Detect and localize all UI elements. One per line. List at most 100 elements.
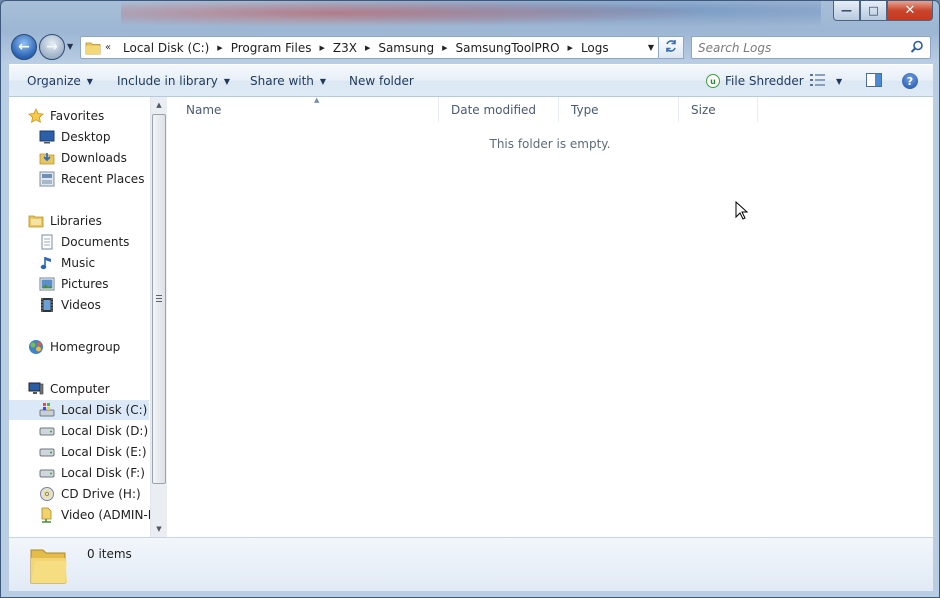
nav-libraries[interactable]: Libraries bbox=[9, 211, 102, 231]
nav-recent-places[interactable]: Recent Places bbox=[9, 169, 144, 189]
new-folder-button[interactable]: New folder bbox=[349, 65, 414, 97]
nav-cd-drive-h-label: CD Drive (H:) bbox=[61, 487, 141, 501]
nav-local-disk-d-label: Local Disk (D:) bbox=[61, 424, 149, 438]
include-in-library-button[interactable]: Include in library ▼ bbox=[117, 65, 230, 97]
nav-local-disk-d[interactable]: Local Disk (D:) bbox=[9, 421, 148, 441]
organize-label: Organize bbox=[27, 74, 81, 88]
details-view-icon bbox=[810, 73, 826, 89]
star-icon bbox=[28, 108, 44, 124]
organize-button[interactable]: Organize ▼ bbox=[27, 65, 93, 97]
system-drive-icon bbox=[39, 402, 55, 418]
recent-places-icon bbox=[39, 171, 55, 187]
nav-computer-label: Computer bbox=[50, 382, 110, 396]
nav-documents[interactable]: Documents bbox=[9, 232, 129, 252]
crumb-local-disk-c[interactable]: Local Disk (C:) bbox=[119, 41, 213, 55]
music-icon bbox=[39, 255, 55, 271]
details-pane: 0 items bbox=[9, 537, 933, 591]
file-shredder-label: File Shredder bbox=[725, 74, 804, 88]
nav-music[interactable]: Music bbox=[9, 253, 95, 273]
crumb-z3x[interactable]: Z3X bbox=[329, 41, 361, 55]
nav-favorites[interactable]: Favorites bbox=[9, 106, 104, 126]
crumb-separator-icon[interactable]: ▶ bbox=[213, 44, 226, 52]
command-bar: Organize ▼ Include in library ▼ Share wi… bbox=[9, 64, 933, 97]
nav-desktop-label: Desktop bbox=[61, 130, 111, 144]
nav-network-video-label: Video (ADMIN-P bbox=[61, 508, 156, 522]
crumb-program-files[interactable]: Program Files bbox=[227, 41, 316, 55]
nav-local-disk-c[interactable]: Local Disk (C:) bbox=[9, 400, 149, 420]
search-box[interactable] bbox=[691, 36, 931, 59]
sort-ascending-icon: ▲ bbox=[314, 96, 320, 104]
forward-button[interactable]: → bbox=[39, 34, 65, 60]
file-list-pane[interactable]: Name ▲ Date modified Type Size This fold… bbox=[167, 96, 933, 537]
nav-local-disk-e-label: Local Disk (E:) bbox=[61, 445, 147, 459]
nav-homegroup-label: Homegroup bbox=[50, 340, 121, 354]
desktop-icon bbox=[39, 129, 55, 145]
pictures-icon bbox=[39, 276, 55, 292]
column-size-label: Size bbox=[691, 102, 716, 117]
nav-favorites-label: Favorites bbox=[50, 109, 105, 123]
hard-drive-icon bbox=[39, 423, 55, 439]
nav-local-disk-f[interactable]: Local Disk (F:) bbox=[9, 463, 145, 483]
nav-desktop[interactable]: Desktop bbox=[9, 127, 111, 147]
navigation-bar: ← → ▼ « Local Disk (C:) ▶ Program Files … bbox=[1, 31, 939, 63]
shredder-icon: u bbox=[706, 74, 720, 88]
crumb-logs[interactable]: Logs bbox=[577, 41, 613, 55]
nav-computer[interactable]: Computer bbox=[9, 379, 110, 399]
documents-icon bbox=[39, 234, 55, 250]
nav-local-disk-e[interactable]: Local Disk (E:) bbox=[9, 442, 147, 462]
search-icon[interactable] bbox=[910, 40, 924, 57]
column-header-date-modified[interactable]: Date modified bbox=[439, 97, 559, 122]
crumb-samsung[interactable]: Samsung bbox=[374, 41, 438, 55]
scroll-grip-icon bbox=[156, 295, 162, 302]
nav-documents-label: Documents bbox=[61, 235, 130, 249]
address-bar[interactable]: « Local Disk (C:) ▶ Program Files ▶ Z3X … bbox=[80, 36, 659, 59]
minimize-button[interactable]: — bbox=[833, 1, 860, 21]
share-with-button[interactable]: Share with ▼ bbox=[250, 65, 326, 97]
chevron-down-icon: ▼ bbox=[836, 76, 843, 86]
chevron-down-icon: ▼ bbox=[319, 76, 327, 86]
column-header-name[interactable]: Name ▲ bbox=[174, 96, 439, 122]
nav-pictures[interactable]: Pictures bbox=[9, 274, 109, 294]
close-button[interactable]: ✕ bbox=[887, 1, 933, 21]
column-header-type[interactable]: Type bbox=[559, 97, 679, 122]
folder-thumbnail-icon bbox=[29, 544, 69, 589]
help-button[interactable]: ? bbox=[902, 65, 918, 97]
scroll-up-arrow[interactable]: ▲ bbox=[151, 97, 167, 113]
recent-pages-dropdown[interactable]: ▼ bbox=[67, 42, 73, 51]
item-count: 0 items bbox=[87, 547, 132, 561]
scroll-down-arrow[interactable]: ▼ bbox=[151, 521, 167, 537]
homegroup-icon bbox=[28, 339, 44, 355]
videos-icon bbox=[39, 297, 55, 313]
maximize-button[interactable]: □ bbox=[860, 1, 887, 21]
nav-downloads[interactable]: Downloads bbox=[9, 148, 127, 168]
nav-cd-drive-h[interactable]: CD Drive (H:) bbox=[9, 484, 141, 504]
crumb-separator-icon[interactable]: ▶ bbox=[438, 44, 451, 52]
address-overflow-chevron[interactable]: « bbox=[105, 42, 119, 53]
crumb-separator-icon[interactable]: ▶ bbox=[315, 44, 328, 52]
column-date-modified-label: Date modified bbox=[451, 102, 537, 117]
change-view-button[interactable] bbox=[810, 65, 826, 97]
back-button[interactable]: ← bbox=[11, 34, 37, 60]
column-name-label: Name bbox=[186, 102, 222, 117]
window-bottom-border bbox=[1, 591, 939, 597]
nav-pane-scrollbar[interactable]: ▲ ▼ bbox=[150, 97, 167, 537]
view-options-dropdown[interactable]: ▼ bbox=[836, 65, 842, 97]
refresh-button[interactable] bbox=[659, 36, 684, 59]
cd-drive-icon bbox=[39, 486, 55, 502]
preview-pane-button[interactable] bbox=[866, 65, 882, 97]
nav-videos[interactable]: Videos bbox=[9, 295, 101, 315]
crumb-separator-icon[interactable]: ▶ bbox=[361, 44, 374, 52]
crumb-separator-icon[interactable]: ▶ bbox=[564, 44, 577, 52]
column-header-size[interactable]: Size bbox=[679, 97, 758, 122]
new-folder-label: New folder bbox=[349, 74, 414, 88]
crumb-samsungtoolpro[interactable]: SamsungToolPRO bbox=[451, 41, 563, 55]
nav-network-video[interactable]: Video (ADMIN-P bbox=[9, 505, 155, 525]
address-history-dropdown[interactable]: ▼ bbox=[648, 43, 654, 52]
mouse-cursor-icon bbox=[735, 200, 749, 224]
nav-homegroup[interactable]: Homegroup bbox=[9, 337, 120, 357]
chevron-down-icon: ▼ bbox=[86, 76, 93, 86]
file-shredder-button[interactable]: u File Shredder bbox=[706, 65, 804, 97]
scroll-thumb[interactable] bbox=[152, 114, 166, 484]
search-input[interactable] bbox=[698, 40, 903, 55]
nav-music-label: Music bbox=[61, 256, 96, 270]
